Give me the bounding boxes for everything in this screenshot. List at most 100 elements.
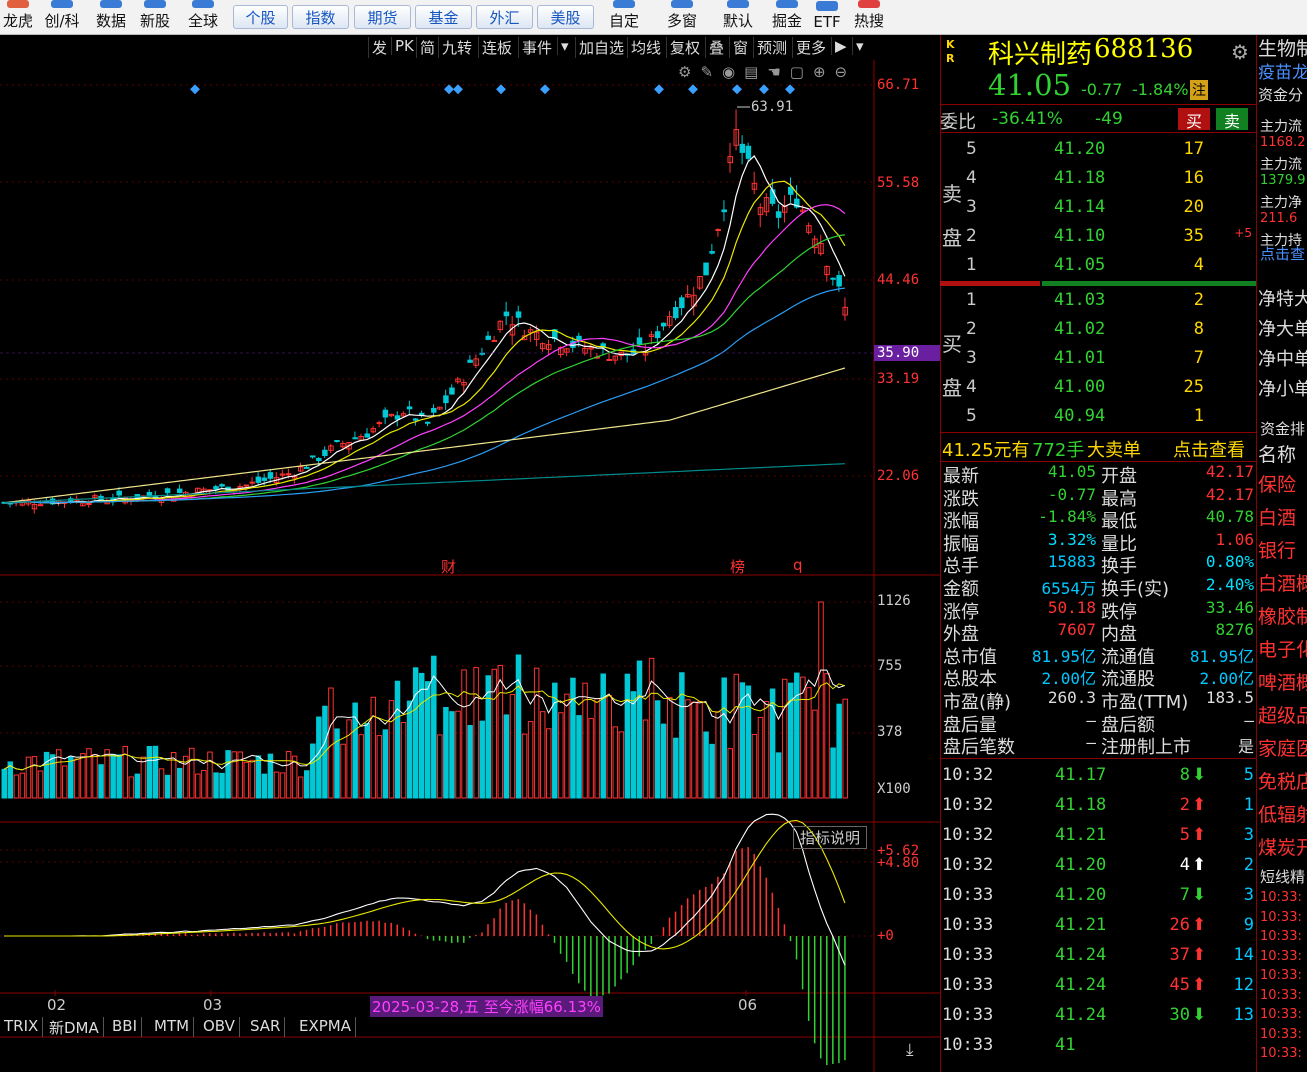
toolbar-longhu[interactable]: 龙虎 xyxy=(0,0,36,35)
high-marker: 63.91 xyxy=(751,99,794,115)
bid-level[interactable]: 3 41.01 7 xyxy=(940,344,1256,373)
tab-usstock[interactable]: 美股 xyxy=(537,5,594,29)
tool-event-dropdown[interactable]: ▾ xyxy=(557,37,572,55)
side-sector[interactable]: 煤炭开 xyxy=(1258,833,1307,860)
stat-value: 2.00亿 xyxy=(1041,669,1096,689)
tab-futures[interactable]: 期货 xyxy=(354,5,411,29)
tab-fund[interactable]: 基金 xyxy=(415,5,472,29)
indicator-tab-expma[interactable]: EXPMA xyxy=(295,1017,357,1037)
event-diamond[interactable] xyxy=(540,84,550,95)
ask-level[interactable]: 1 41.05 4 xyxy=(940,251,1256,280)
pen-icon[interactable]: ✎ xyxy=(700,63,722,81)
event-diamond[interactable] xyxy=(496,84,506,95)
toolbar-etf[interactable]: ETF xyxy=(810,0,844,35)
sell-button[interactable]: 卖 xyxy=(1216,108,1248,131)
tool-predict[interactable]: 预测 xyxy=(753,37,790,58)
toolbar-chuangke[interactable]: 创/科 xyxy=(40,0,84,35)
side-sector[interactable]: 保险 xyxy=(1258,470,1296,497)
toolbar-newstock[interactable]: 新股 xyxy=(136,0,174,35)
event-diamond[interactable] xyxy=(688,84,698,95)
toolbar-default[interactable]: 默认 xyxy=(718,0,758,35)
gear-icon[interactable]: ⚙ xyxy=(1231,40,1249,64)
tool-lianban[interactable]: 连板 xyxy=(478,37,515,58)
side-sector[interactable]: 啤酒概 xyxy=(1258,668,1307,695)
tool-event[interactable]: 事件 xyxy=(518,37,555,58)
tool-jiuzhuan[interactable]: 九转 xyxy=(438,37,475,58)
event-diamond[interactable] xyxy=(785,84,795,95)
tool-pk[interactable]: PK xyxy=(391,37,417,55)
side-sector[interactable]: 橡胶制 xyxy=(1258,602,1307,629)
tab-index[interactable]: 指数 xyxy=(292,5,349,29)
side-sector[interactable]: 白酒概 xyxy=(1258,569,1307,596)
toolbar-data[interactable]: 数据 xyxy=(92,0,130,35)
event-marker-q[interactable]: q xyxy=(793,556,803,574)
indicator-tab-obv[interactable]: OBV xyxy=(199,1017,240,1037)
tick-time: 10:33 xyxy=(942,885,994,905)
indicator-tab-mtm[interactable]: MTM xyxy=(150,1017,195,1037)
tool-dropdown[interactable]: ▾ xyxy=(852,37,867,55)
volume-bar xyxy=(691,701,697,799)
stock-terminal: 龙虎 创/科 数据 新股 全球 个股 指数 期货 基金 外汇 美股 自定 多窗 … xyxy=(0,0,1307,1072)
side-sector[interactable]: 低辐射 xyxy=(1258,800,1307,827)
event-diamond[interactable] xyxy=(190,84,200,95)
toolbar-juejin[interactable]: 掘金 xyxy=(768,0,806,35)
event-diamond[interactable] xyxy=(654,84,664,95)
tool-ma[interactable]: 均线 xyxy=(627,37,664,58)
tool-adjust[interactable]: 复权 xyxy=(666,37,703,58)
bid-level[interactable]: 1 41.03 2 xyxy=(940,286,1256,315)
tab-forex[interactable]: 外汇 xyxy=(476,5,533,29)
zoom-in-icon[interactable]: ⊕ xyxy=(813,63,835,81)
ask-level[interactable]: 2 41.10 35 +5 xyxy=(940,222,1256,251)
store-icon[interactable]: ▤ xyxy=(744,63,767,81)
macd-axis-label: +0 xyxy=(877,928,894,944)
indicator-tab-sar[interactable]: SAR xyxy=(246,1017,286,1037)
candle-body xyxy=(491,339,498,342)
tool-jian[interactable]: 简 xyxy=(416,37,438,58)
side-sector[interactable]: 家庭医 xyxy=(1258,734,1307,761)
bid-level[interactable]: 4 41.00 25 xyxy=(940,373,1256,402)
tab-stock[interactable]: 个股 xyxy=(233,5,288,29)
side-sector[interactable]: 白酒 xyxy=(1258,503,1296,530)
ask-level[interactable]: 4 41.18 16 xyxy=(940,164,1256,193)
indicator-help-button[interactable]: 指标说明 xyxy=(793,826,868,849)
zoom-out-icon[interactable]: ⊖ xyxy=(835,63,857,81)
side-sector[interactable]: 电子化 xyxy=(1258,635,1307,662)
download-icon[interactable]: ⤓ xyxy=(906,1040,914,1060)
toolbar-multiwindow[interactable]: 多窗 xyxy=(662,0,702,35)
toolbar-hotsearch[interactable]: 热搜 xyxy=(850,0,888,35)
side-industry[interactable]: 生物制 xyxy=(1258,34,1307,61)
event-diamond[interactable] xyxy=(453,84,463,95)
buy-button[interactable]: 买 xyxy=(1178,108,1210,131)
eye-icon[interactable]: ◉ xyxy=(722,63,744,81)
toolbar-global[interactable]: 全球 xyxy=(184,0,222,35)
side-sector[interactable]: 超级品 xyxy=(1258,701,1307,728)
ask-level[interactable]: 5 41.20 17 xyxy=(940,135,1256,164)
big-order-link[interactable]: 点击查看 xyxy=(1173,436,1245,462)
event-diamond[interactable] xyxy=(444,84,454,95)
big-order-row[interactable]: 41.25元有 772手 大卖单 点击查看 xyxy=(940,432,1256,462)
tool-fa[interactable]: 发 xyxy=(368,37,390,58)
indicator-tab-trix[interactable]: TRIX xyxy=(0,1017,44,1037)
bid-level[interactable]: 2 41.02 8 xyxy=(940,315,1256,344)
tool-overlay[interactable]: 叠 xyxy=(705,37,727,58)
side-sector[interactable]: 银行 xyxy=(1258,536,1296,563)
side-sector[interactable]: 免税店 xyxy=(1258,767,1307,794)
indicator-tab-newdma[interactable]: 新DMA xyxy=(45,1017,104,1037)
event-marker-finance[interactable]: 财 xyxy=(441,556,456,577)
event-diamond[interactable] xyxy=(759,84,769,95)
tool-play[interactable]: ▶ xyxy=(831,37,850,55)
ask-level[interactable]: 3 41.14 20 xyxy=(940,193,1256,222)
tool-add-watch[interactable]: 加自选 xyxy=(575,37,627,58)
lock-icon[interactable]: ▢ xyxy=(790,63,813,81)
tool-window[interactable]: 窗 xyxy=(729,37,751,58)
event-marker-rank[interactable]: 榜 xyxy=(730,556,745,577)
bid-level[interactable]: 5 40.94 1 xyxy=(940,402,1256,431)
hand-icon[interactable]: ☚ xyxy=(767,63,789,81)
settings-icon[interactable]: ⚙ xyxy=(678,63,700,81)
side-click[interactable]: 点击查 xyxy=(1260,243,1305,264)
tool-more[interactable]: 更多 xyxy=(792,37,829,58)
side-concept[interactable]: 疫苗龙 xyxy=(1258,58,1307,83)
event-diamond[interactable] xyxy=(732,84,742,95)
toolbar-custom[interactable]: 自定 xyxy=(604,0,644,35)
indicator-tab-bbi[interactable]: BBI xyxy=(108,1017,143,1037)
